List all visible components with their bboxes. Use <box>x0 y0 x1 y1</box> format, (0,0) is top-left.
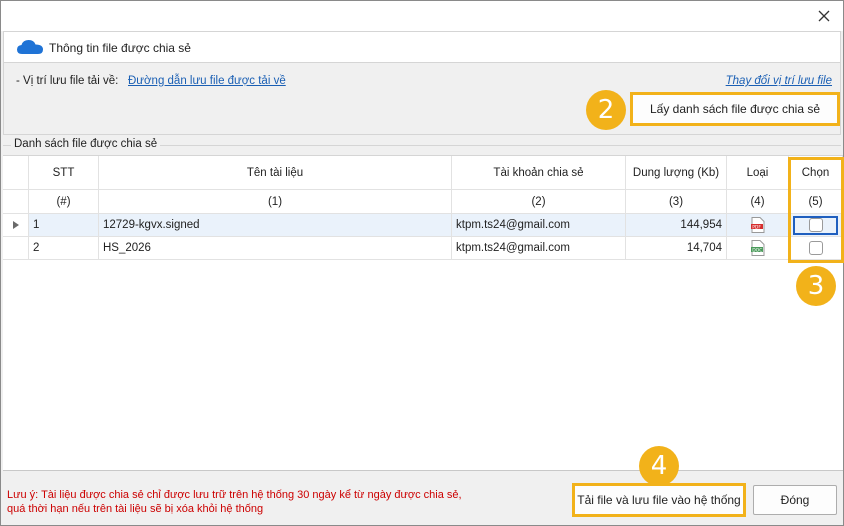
retention-note: Lưu ý: Tài liệu được chia sẻ chỉ được lư… <box>7 488 462 516</box>
checkbox-focus-frame <box>793 215 838 235</box>
svg-text:PDF: PDF <box>752 224 761 230</box>
doc-file-icon: DOC <box>727 237 789 260</box>
change-path-link[interactable]: Thay đổi vị trí lưu file <box>726 75 832 87</box>
retention-note-line1: Lưu ý: Tài liệu được chia sẻ chỉ được lư… <box>7 489 462 501</box>
col-header-stt[interactable]: STT <box>29 156 99 190</box>
storage-panel: - Vị trí lưu file tải về: Đường dẫn lưu … <box>3 63 841 135</box>
row-checkbox[interactable] <box>808 218 823 232</box>
header-panel: Thông tin file được chia sẻ <box>3 31 841 63</box>
cell-account: ktpm.ts24@gmail.com <box>452 214 626 237</box>
row-checkbox[interactable] <box>808 241 823 255</box>
col-header-account[interactable]: Tài khoản chia sẻ <box>452 156 626 190</box>
subheader-choose: (5) <box>789 190 843 214</box>
group-label: Danh sách file được chia sẻ <box>11 138 161 150</box>
current-row-arrow-icon <box>12 221 19 229</box>
cell-size: 144,954 <box>626 214 727 237</box>
subheader-stt: (#) <box>29 190 99 214</box>
table-header-row: STT Tên tài liệu Tài khoản chia sẻ Dung … <box>3 156 843 190</box>
download-save-button[interactable]: Tải file và lưu file vào hệ thống <box>572 483 746 517</box>
step-badge-4: 4 <box>639 446 679 486</box>
col-header-choose[interactable]: Chọn <box>789 156 843 190</box>
cell-stt: 2 <box>29 237 99 260</box>
subheader-account: (2) <box>452 190 626 214</box>
shared-files-table: STT Tên tài liệu Tài khoản chia sẻ Dung … <box>3 155 843 471</box>
close-icon[interactable] <box>815 7 833 25</box>
cell-stt: 1 <box>29 214 99 237</box>
cloud-icon <box>16 39 44 58</box>
row-current-indicator <box>3 237 29 260</box>
col-header-type[interactable]: Loại <box>727 156 789 190</box>
choose-cell <box>789 237 843 260</box>
step-badge-3: 3 <box>796 266 836 306</box>
col-header-size[interactable]: Dung lượng (Kb) <box>626 156 727 190</box>
row-current-indicator <box>3 214 29 237</box>
subheader-type: (4) <box>727 190 789 214</box>
cell-name: 12729-kgvx.signed <box>99 214 452 237</box>
title-bar <box>1 1 843 31</box>
storage-path-link[interactable]: Đường dẫn lưu file được tải về <box>128 75 286 87</box>
step-badge-2: 2 <box>586 90 626 130</box>
subheader-size: (3) <box>626 190 727 214</box>
cell-account: ktpm.ts24@gmail.com <box>452 237 626 260</box>
dialog-window: Thông tin file được chia sẻ - Vị trí lưu… <box>0 0 844 526</box>
cell-name: HS_2026 <box>99 237 452 260</box>
pdf-file-icon: PDF <box>727 214 789 237</box>
table-subheader-row: (#) (1) (2) (3) (4) (5) <box>3 190 843 214</box>
choose-cell <box>789 214 843 237</box>
table-row[interactable]: 1 12729-kgvx.signed ktpm.ts24@gmail.com … <box>3 214 843 237</box>
cell-size: 14,704 <box>626 237 727 260</box>
close-button[interactable]: Đóng <box>753 485 837 515</box>
table-row[interactable]: 2 HS_2026 ktpm.ts24@gmail.com 14,704 DOC <box>3 237 843 260</box>
row-selector-subheader <box>3 190 29 214</box>
subheader-name: (1) <box>99 190 452 214</box>
get-shared-list-button[interactable]: Lấy danh sách file được chia sẻ <box>630 92 840 126</box>
col-header-name[interactable]: Tên tài liệu <box>99 156 452 190</box>
svg-text:DOC: DOC <box>752 247 762 253</box>
storage-path-label: - Vị trí lưu file tải về: <box>16 75 119 87</box>
retention-note-line2: quá thời hạn nếu trên tài liệu sẽ bị xóa… <box>7 503 264 515</box>
header-title: Thông tin file được chia sẻ <box>49 41 191 55</box>
row-selector-header <box>3 156 29 190</box>
